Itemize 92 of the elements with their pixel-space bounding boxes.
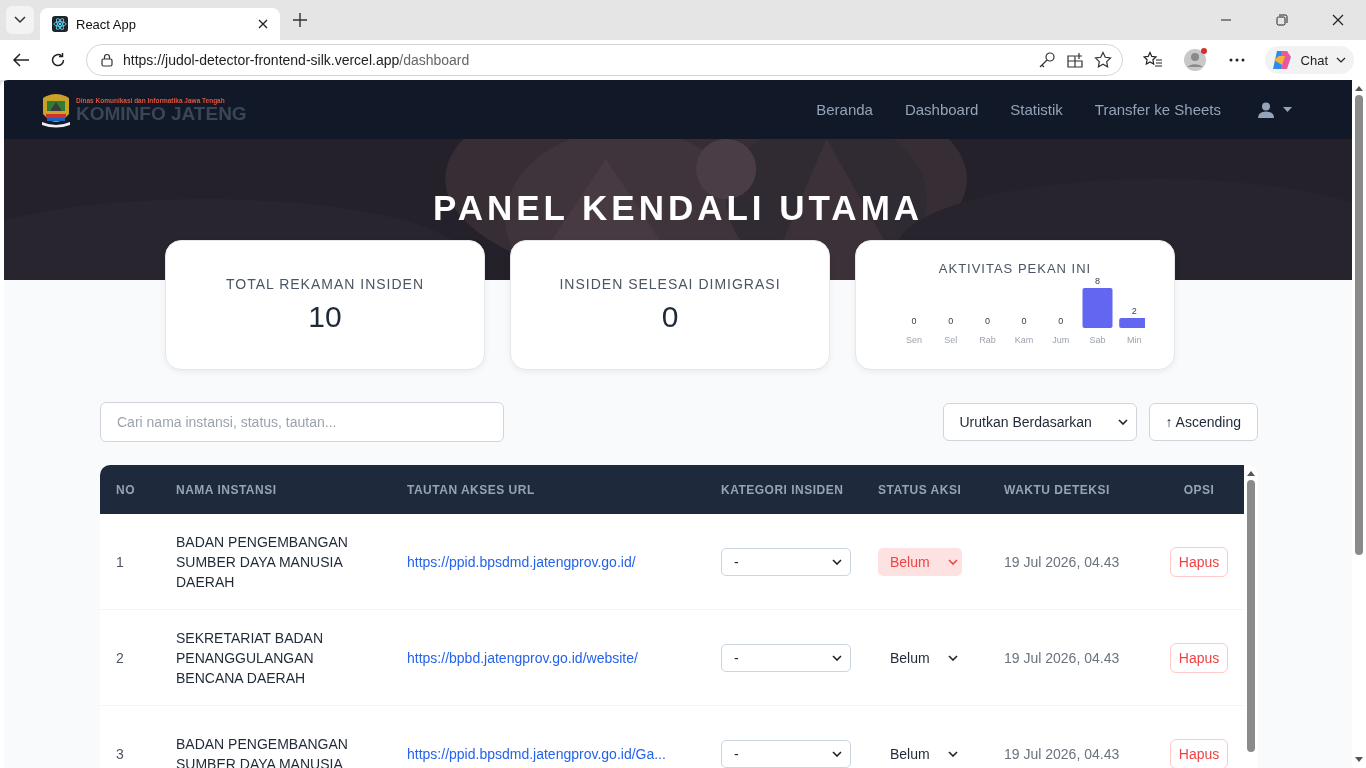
profile-avatar-icon[interactable] [1182,48,1209,72]
column-header: KATEGORI INSIDEN [721,482,845,497]
emblem-icon [40,91,72,128]
table-cell-text: 19 Jul 2026, 04.43 [1004,745,1121,762]
atom-icon [52,16,68,32]
stat-label: INSIDEN SELESAI DIMIGRASI [559,276,781,292]
chart-bar [1082,288,1113,328]
category-select[interactable]: - [721,739,851,768]
url-link[interactable]: https://ppid.bpsdmd.jatengprov.go.id/ [407,553,636,570]
chevron-down-icon [948,654,958,661]
page-title: PANEL KENDALI UTAMA [432,188,924,228]
bar-value-label: 2 [1131,306,1137,316]
scroll-up-icon[interactable] [1355,86,1363,91]
table-cell-text: 2 [115,649,125,666]
chevron-down-icon [832,654,842,661]
table-cell-text: BADAN PENGEMBANGAN SUMBER DAYA MANUSIA [176,734,349,768]
table-cell-text: 1 [115,553,125,570]
status-select[interactable]: Belum [878,739,962,768]
day-label: Kam [1014,335,1034,345]
browser-tab[interactable]: React App [40,8,280,40]
day-label: Sen [906,335,922,345]
delete-button[interactable]: Hapus [1169,546,1229,577]
add-app-icon[interactable] [1065,51,1084,69]
chevron-down-icon [832,750,842,757]
back-arrow-icon[interactable] [12,52,30,68]
url-link[interactable]: https://bpbd.jatengprov.go.id/website/ [407,649,638,666]
key-icon[interactable] [1037,51,1056,69]
bar-value-label: 0 [1058,316,1064,326]
scroll-down-icon[interactable] [1355,757,1363,762]
caret-icon [1283,107,1292,112]
more-icon[interactable] [1228,58,1245,62]
chat-button[interactable]: Chat [1264,46,1354,74]
status-select[interactable]: Belum [878,643,962,672]
category-select[interactable]: - [721,547,851,576]
url-link[interactable]: https://ppid.bpsdmd.jatengprov.go.id/Ga... [407,745,666,762]
reload-icon[interactable] [50,52,66,68]
sort-order-button[interactable]: ↑ Ascending [1148,403,1258,441]
table-cell-text: 19 Jul 2026, 04.43 [1004,553,1121,570]
column-header: NO [115,482,136,497]
bar-value-label: 0 [1021,316,1027,326]
chevron-down-icon [1117,419,1128,425]
table-cell-text: SEKRETARIAT BADAN PENANGGULANGAN BENCANA DAERAH [176,628,325,688]
user-icon [1257,101,1275,118]
chart-bar [1119,318,1145,328]
tab-title: React App [76,16,137,32]
chevron-down-icon [948,750,958,757]
day-label: Min [1126,335,1142,345]
bar-value-label: 8 [1095,276,1100,286]
nav-link[interactable]: Beranda [816,101,873,118]
tab-list-button[interactable] [6,6,34,34]
column-header: STATUS AKSI [878,482,963,497]
search-field[interactable]: Cari nama instansi, status, tautan... [100,402,504,442]
table-cell-text: 3 [115,745,125,762]
category-select[interactable]: - [721,643,851,672]
restore-icon[interactable] [1276,14,1288,26]
column-header: OPSI [1182,482,1216,497]
bar-value-label: 0 [911,316,917,326]
chevron-down-icon [1336,57,1346,63]
column-header: WAKTU DETEKSI [1004,482,1111,497]
favorites-icon[interactable] [1142,51,1163,69]
chevron-down-icon [14,16,26,24]
close-icon[interactable] [258,19,268,29]
scroll-up-icon[interactable] [1247,471,1255,476]
bar-value-label: 0 [984,316,990,326]
stat-value: 10 [308,300,342,334]
nav-link[interactable]: Dashboard [904,101,979,118]
table-cell-text: BADAN PENGEMBANGAN SUMBER DAYA MANUSIA DAERAH [176,532,349,592]
table-cell-text: 19 Jul 2026, 04.43 [1004,649,1121,666]
delete-button[interactable]: Hapus [1169,738,1229,768]
sort-select[interactable]: Urutkan Berdasarkan [942,403,1137,441]
day-label: Rab [979,335,996,345]
stat-value: 0 [661,300,679,334]
nav-link[interactable]: Transfer ke Sheets [1094,101,1221,118]
chevron-down-icon [832,558,842,565]
day-label: Sab [1089,335,1106,345]
close-icon[interactable] [1332,14,1344,26]
plus-icon[interactable] [292,12,308,28]
column-header: TAUTAN AKSES URL [407,482,536,497]
chart-title: AKTIVITAS PEKAN INI [938,261,1092,276]
stat-label: TOTAL REKAMAN INSIDEN [225,276,425,292]
user-menu-button[interactable] [1257,101,1292,118]
day-label: Sel [944,335,958,345]
delete-button[interactable]: Hapus [1169,642,1229,673]
url-text: https://judol-detector-frontend-silk.vercel.app/dashboard [123,52,470,68]
column-header: NAMA INSTANSI [176,482,278,497]
copilot-icon [1270,50,1293,70]
day-label: Jum [1052,335,1070,345]
lock-icon [101,53,113,67]
chevron-down-icon [948,558,958,565]
bar-value-label: 0 [948,316,954,326]
star-icon[interactable] [1093,51,1112,69]
nav-link[interactable]: Statistik [1010,101,1063,118]
